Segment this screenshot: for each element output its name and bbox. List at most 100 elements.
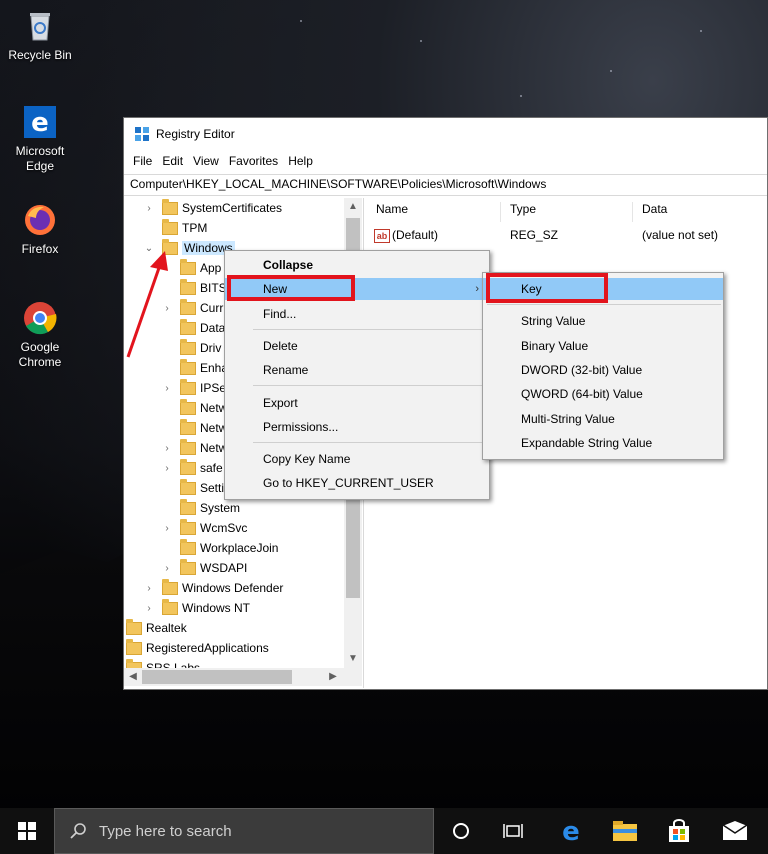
expand-arrow[interactable]: › [144, 203, 154, 214]
task-view-button[interactable] [490, 808, 536, 854]
desktop-icon-label: Firefox [21, 242, 59, 256]
title-bar[interactable]: Registry Editor [124, 118, 767, 150]
folder-icon [180, 458, 196, 475]
folder-icon [126, 638, 142, 655]
tree-item[interactable]: Netw [162, 398, 227, 418]
folder-icon [180, 358, 196, 375]
column-divider[interactable] [632, 202, 633, 222]
tree-item-label: safe [200, 461, 223, 475]
start-button[interactable] [0, 808, 54, 854]
value-data: (value not set) [642, 228, 719, 242]
menu-item-delete[interactable]: Delete [225, 335, 489, 357]
tree-item[interactable]: › Windows Defender [144, 578, 283, 598]
expand-arrow[interactable]: › [162, 563, 172, 574]
menu-item-rename[interactable]: Rename [225, 359, 489, 381]
menu-item-goto-hkcu[interactable]: Go to HKEY_CURRENT_USER [225, 472, 489, 494]
annotation-arrow [126, 251, 168, 358]
menu-favorites[interactable]: Favorites [224, 154, 283, 168]
tree-item-label: System [200, 501, 241, 515]
column-header-data[interactable]: Data [642, 202, 667, 222]
folder-icon [180, 378, 196, 395]
menu-item-permissions[interactable]: Permissions... [225, 416, 489, 438]
menu-item-dword-value[interactable]: DWORD (32-bit) Value [483, 359, 723, 381]
tree-item[interactable]: › WcmSvc [162, 518, 247, 538]
menu-item-export[interactable]: Export [225, 392, 489, 414]
column-header-type[interactable]: Type [510, 202, 536, 222]
tree-item-label: Windows NT [182, 601, 251, 615]
tree-item[interactable]: › WSDAPI [162, 558, 247, 578]
tree-item[interactable]: › SystemCertificates [144, 198, 282, 218]
desktop-icon-chrome[interactable]: Google Chrome [0, 300, 80, 370]
value-name: (Default) [392, 228, 439, 242]
tree-item[interactable]: Setti [162, 478, 224, 498]
folder-icon [162, 598, 178, 615]
tree-item-label: WorkplaceJoin [200, 541, 279, 555]
scroll-up-icon[interactable]: ▲ [344, 198, 362, 216]
tree-item[interactable]: WorkplaceJoin [162, 538, 278, 558]
file-explorer-icon [613, 821, 637, 841]
tree-horizontal-scrollbar[interactable]: ◀ ▶ [124, 668, 362, 686]
menu-item-string-value[interactable]: String Value [483, 310, 723, 332]
scroll-right-icon[interactable]: ▶ [324, 668, 342, 686]
string-value-icon: ab [374, 228, 390, 243]
address-bar[interactable]: Computer\HKEY_LOCAL_MACHINE\SOFTWARE\Pol… [124, 174, 767, 196]
column-divider[interactable] [500, 202, 501, 222]
scroll-left-icon[interactable]: ◀ [124, 668, 142, 686]
menu-item-copy-key-name[interactable]: Copy Key Name [225, 448, 489, 470]
cortana-button[interactable] [438, 808, 484, 854]
folder-icon [180, 438, 196, 455]
tree-item[interactable]: RegisteredApplications [126, 638, 269, 658]
menu-edit[interactable]: Edit [157, 154, 188, 168]
folder-icon [162, 198, 178, 215]
expand-arrow[interactable]: › [144, 583, 154, 594]
folder-icon [162, 578, 178, 595]
recycle-bin-icon [22, 8, 58, 44]
folder-icon [180, 418, 196, 435]
column-header-name[interactable]: Name [376, 202, 408, 222]
taskbar-search-box[interactable]: Type here to search [54, 808, 434, 854]
desktop-icon-firefox[interactable]: Firefox [0, 202, 80, 257]
tree-item-label: WSDAPI [200, 561, 248, 575]
taskbar-edge-button[interactable]: e [548, 808, 594, 854]
taskbar-mail-button[interactable] [712, 808, 758, 854]
svg-text:e: e [562, 818, 580, 844]
menu-item-collapse[interactable]: Collapse [225, 254, 489, 276]
tree-item[interactable]: › Windows NT [144, 598, 250, 618]
taskbar-file-explorer-button[interactable] [602, 808, 648, 854]
menu-file[interactable]: File [128, 154, 157, 168]
menu-item-multi-string-value[interactable]: Multi-String Value [483, 408, 723, 430]
tree-item[interactable]: › IPSe [162, 378, 226, 398]
menu-item-binary-value[interactable]: Binary Value [483, 335, 723, 357]
menu-item-find[interactable]: Find... [225, 303, 489, 325]
search-icon [70, 823, 86, 839]
star [300, 20, 302, 22]
star [610, 70, 612, 72]
menu-view[interactable]: View [188, 154, 224, 168]
expand-arrow[interactable]: › [162, 383, 172, 394]
menu-item-qword-value[interactable]: QWORD (64-bit) Value [483, 383, 723, 405]
expand-arrow[interactable]: › [162, 463, 172, 474]
expand-arrow[interactable]: › [162, 443, 172, 454]
menu-help[interactable]: Help [283, 154, 318, 168]
scroll-down-icon[interactable]: ▼ [344, 650, 362, 668]
desktop-icon-recycle-bin[interactable]: Recycle Bin [0, 8, 80, 63]
tree-item-label: Driv [200, 341, 222, 355]
expand-arrow[interactable]: › [162, 523, 172, 534]
tree-item-label: WcmSvc [200, 521, 248, 535]
taskbar-store-button[interactable] [656, 808, 702, 854]
menu-item-expandable-string-value[interactable]: Expandable String Value [483, 432, 723, 454]
desktop-icon-label: Google Chrome [18, 340, 62, 369]
tree-item[interactable]: Netw [162, 418, 227, 438]
expand-arrow[interactable]: › [144, 603, 154, 614]
value-row-default[interactable]: ab (Default) [374, 228, 438, 246]
tree-item[interactable]: › safe [162, 458, 223, 478]
tree-item[interactable]: TPM [144, 218, 207, 238]
star [420, 40, 422, 42]
tree-item[interactable]: System [162, 498, 240, 518]
scrollbar-thumb[interactable] [142, 670, 292, 684]
desktop-icon-edge[interactable]: e Microsoft Edge [0, 104, 80, 174]
cortana-circle-icon [453, 823, 469, 839]
tree-item[interactable]: › Netw [162, 438, 227, 458]
search-placeholder: Type here to search [99, 822, 232, 840]
tree-item[interactable]: Realtek [126, 618, 187, 638]
